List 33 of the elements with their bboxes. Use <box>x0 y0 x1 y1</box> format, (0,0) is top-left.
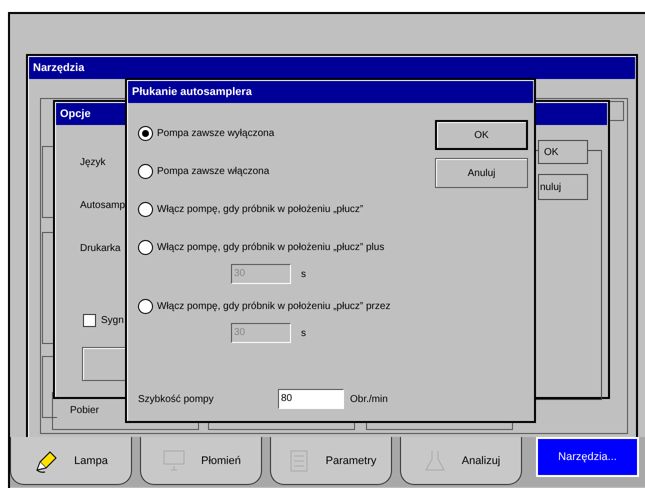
group-label: Pobier <box>70 405 99 416</box>
option-label: Pompa zawsze włączona <box>157 166 270 176</box>
active-tab[interactable]: Narzędzia... <box>536 437 639 477</box>
unit-label: s <box>301 268 306 280</box>
dialog-button[interactable]: OK <box>435 120 528 150</box>
unit-label: Obr./min <box>350 394 388 404</box>
checkbox[interactable] <box>83 314 96 327</box>
window-title: Narzędzia <box>29 57 635 79</box>
speed-field[interactable]: 80 <box>278 389 344 409</box>
tab[interactable]: Lampa <box>10 437 132 485</box>
unit-label: s <box>301 328 306 338</box>
radio-button[interactable] <box>138 298 153 314</box>
field-label: Autosamp <box>80 200 126 211</box>
dialog-button[interactable]: Anuluj <box>435 158 528 188</box>
option-label: Pompa zawsze wyłączona <box>157 128 274 138</box>
radio-button[interactable] <box>138 202 153 216</box>
dialog-button[interactable]: nuluj <box>538 174 588 200</box>
checkbox-label: Sygn <box>101 315 124 326</box>
dialog-title: Płukanie autosamplera <box>128 81 533 103</box>
dialog-button[interactable]: OK <box>538 140 588 164</box>
radio-button[interactable] <box>138 240 153 254</box>
tab[interactable]: Analizuj <box>400 437 522 485</box>
field-label: Szybkość pompy <box>138 394 215 404</box>
tab[interactable]: Parametry <box>270 437 392 485</box>
option-label: Włącz pompę, gdy próbnik w położeniu „płucz” <box>157 204 364 214</box>
field-label: Drukarka <box>80 243 121 254</box>
tab[interactable]: Płomień <box>140 437 262 485</box>
option-label: Włącz pompę, gdy próbnik w położeniu „płucz” przez <box>157 300 390 312</box>
radio-button[interactable] <box>138 126 153 140</box>
monitor-icon <box>161 448 188 474</box>
option-label: Włącz pompę, gdy próbnik w położeniu „płucz” plus <box>157 242 384 252</box>
radio-button[interactable] <box>138 164 153 178</box>
field-label: Język <box>80 157 106 168</box>
